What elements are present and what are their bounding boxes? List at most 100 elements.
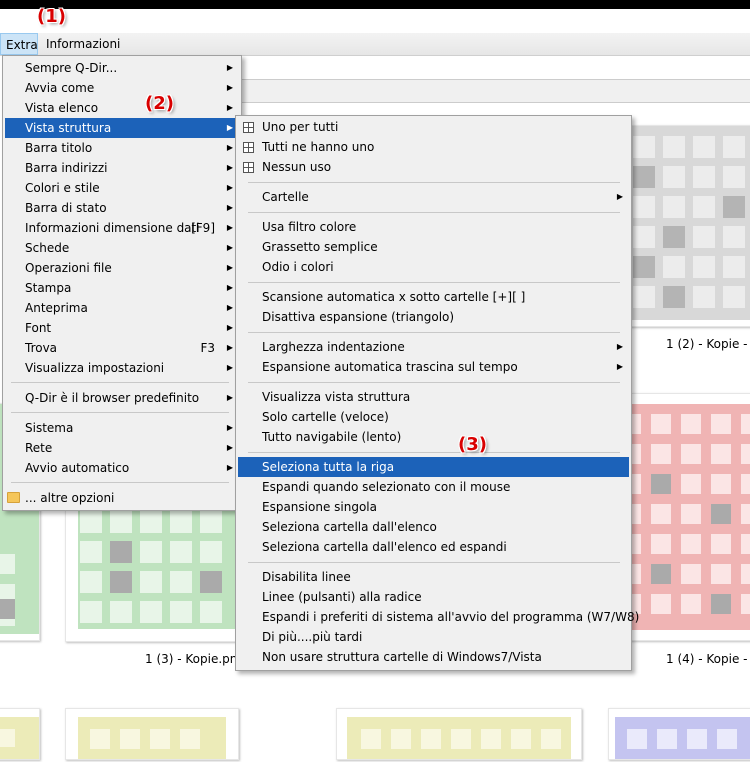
struttura-item-solo-cartelle-veloce[interactable]: Solo cartelle (veloce) [238, 407, 629, 427]
struttura-item-usa-filtro-colore[interactable]: Usa filtro colore [238, 217, 629, 237]
struttura-item-espandi-quando-selezionato-con-il-mouse[interactable]: Espandi quando selezionato con il mouse [238, 477, 629, 497]
menu-separator [248, 282, 620, 283]
thumbnail-6-image [78, 717, 226, 759]
struttura-item-disattiva-espansione-triangolo[interactable]: Disattiva espansione (triangolo) [238, 307, 629, 327]
grid-icon [243, 162, 254, 173]
menu-extra[interactable]: Extra [0, 33, 38, 55]
extra-menu-item-colori-e-stile[interactable]: Colori e stile ▶ [5, 178, 239, 198]
struttura-item-tutto-navigabile-lento[interactable]: Tutto navigabile (lento) [238, 427, 629, 447]
menu-item-label: Espandi quando selezionato con il mouse [262, 480, 511, 494]
submenu-arrow-icon: ▶ [226, 123, 233, 132]
vista-struttura-submenu: Uno per tutti Tutti ne hanno uno Nessun us… [235, 115, 639, 671]
struttura-item-seleziona-tutta-la-riga[interactable]: Seleziona tutta la riga [238, 457, 629, 477]
thumbnail-7[interactable] [336, 708, 582, 760]
submenu-arrow-icon: ▶ [226, 143, 233, 152]
menu-item-label: Barra di stato [25, 201, 107, 215]
thumbnail-5[interactable] [0, 708, 40, 760]
extra-menu-item-informazioni-dimensione-dati[interactable]: Informazioni dimensione dati [F9] ▶ [5, 218, 239, 238]
thumbnail-5-image [0, 717, 39, 759]
menu-item-label: Non usare struttura cartelle di Windows7… [262, 650, 542, 664]
extra-menu-item-visualizza-impostazioni[interactable]: Visualizza impostazioni ▶ [5, 358, 239, 378]
thumbnail-3-image [78, 499, 238, 629]
extra-menu-item-barra-di-stato[interactable]: Barra di stato ▶ [5, 198, 239, 218]
extra-menu-item-font[interactable]: Font ▶ [5, 318, 239, 338]
submenu-arrow-icon: ▶ [226, 183, 233, 192]
struttura-item-disabilita-linee[interactable]: Disabilita linee [238, 567, 629, 587]
menu-item-label: Tutti ne hanno uno [262, 140, 375, 154]
menu-separator [248, 182, 620, 183]
extra-menu-item-stampa[interactable]: Stampa ▶ [5, 278, 239, 298]
extra-menu-item-schede[interactable]: Schede ▶ [5, 238, 239, 258]
struttura-item-espansione-singola[interactable]: Espansione singola [238, 497, 629, 517]
shortcut-label: [F9] [191, 221, 215, 235]
menu-item-label: Trova [25, 341, 58, 355]
struttura-item-scansione-automatica-x-sotto-cartelle[interactable]: Scansione automatica x sotto cartelle [+… [238, 287, 629, 307]
submenu-arrow-icon: ▶ [226, 303, 233, 312]
extra-menu-item-barra-titolo[interactable]: Barra titolo ▶ [5, 138, 239, 158]
extra-menu-item-barra-indirizzi[interactable]: Barra indirizzi ▶ [5, 158, 239, 178]
menu-item-label: Visualizza impostazioni [25, 361, 165, 375]
annotation-3: (3) [458, 434, 487, 455]
caption-3: 1 (4) - Kopie - Ko [666, 652, 750, 666]
menu-item-label: Solo cartelle (veloce) [262, 410, 389, 424]
extra-menu-item-vista-struttura[interactable]: Vista struttura ▶ [5, 118, 239, 138]
caption-1: 1 (2) - Kopie - Ko [666, 337, 750, 351]
struttura-item-di-piu-piu-tardi[interactable]: Di più....più tardi [238, 627, 629, 647]
struttura-item-odio-i-colori[interactable]: Odio i colori [238, 257, 629, 277]
thumbnail-8[interactable] [608, 708, 750, 760]
extra-menu-item-q-dir-e-il-browser-predefinito[interactable]: Q-Dir è il browser predefinito ▶ [5, 388, 239, 408]
struttura-item-larghezza-indentazione[interactable]: Larghezza indentazione ▶ [238, 337, 629, 357]
menu-item-label: Rete [25, 441, 53, 455]
struttura-item-seleziona-cartella-dall-elenco[interactable]: Seleziona cartella dall'elenco [238, 517, 629, 537]
menu-item-label: Barra titolo [25, 141, 93, 155]
menu-informazioni[interactable]: Informazioni [41, 33, 125, 55]
menu-separator [248, 382, 620, 383]
struttura-item-espansione-automatica-trascina-sul-tempo[interactable]: Espansione automatica trascina sul tempo… [238, 357, 629, 377]
menu-item-label: Font [25, 321, 52, 335]
menu-item-label: Odio i colori [262, 260, 334, 274]
extra-menu: Sempre Q-Dir... ▶ Avvia come ▶ Vista elenco ▶… [2, 55, 242, 511]
submenu-arrow-icon: ▶ [616, 342, 623, 351]
struttura-item-nessun-uso[interactable]: Nessun uso [238, 157, 629, 177]
submenu-arrow-icon: ▶ [616, 192, 623, 201]
submenu-arrow-icon: ▶ [226, 443, 233, 452]
extra-menu-item-altre-opzioni[interactable]: ... altre opzioni [5, 488, 239, 508]
menu-item-label: Larghezza indentazione [262, 340, 405, 354]
struttura-item-non-usare-struttura-cartelle-di-windows7-vista[interactable]: Non usare struttura cartelle di Windows7… [238, 647, 629, 667]
menu-item-label: Tutto navigabile (lento) [262, 430, 402, 444]
struttura-item-tutti-ne-hanno-uno[interactable]: Tutti ne hanno uno [238, 137, 629, 157]
menu-item-label: Scansione automatica x sotto cartelle [+… [262, 290, 526, 304]
thumbnail-6[interactable] [65, 708, 239, 760]
struttura-item-linee-pulsanti-alla-radice[interactable]: Linee (pulsanti) alla radice [238, 587, 629, 607]
extra-menu-item-rete[interactable]: Rete ▶ [5, 438, 239, 458]
menu-item-label: Disattiva espansione (triangolo) [262, 310, 455, 324]
struttura-item-espandi-i-preferiti-di-sistema-all-avvio-del-programma-w7-w8[interactable]: Espandi i preferiti di sistema all'avvio… [238, 607, 639, 627]
submenu-arrow-icon: ▶ [226, 393, 233, 402]
submenu-arrow-icon: ▶ [226, 463, 233, 472]
extra-menu-item-sempre-q-dir[interactable]: Sempre Q-Dir... ▶ [5, 58, 239, 78]
struttura-item-uno-per-tutti[interactable]: Uno per tutti [238, 117, 629, 137]
submenu-arrow-icon: ▶ [226, 343, 233, 352]
extra-menu-item-anteprima[interactable]: Anteprima ▶ [5, 298, 239, 318]
struttura-item-cartelle[interactable]: Cartelle ▶ [238, 187, 629, 207]
menu-item-label: Sempre Q-Dir... [25, 61, 118, 75]
menu-item-label: ... altre opzioni [25, 491, 115, 505]
menu-separator [248, 452, 620, 453]
menu-item-label: Linee (pulsanti) alla radice [262, 590, 422, 604]
annotation-2: (2) [145, 93, 174, 114]
struttura-item-visualizza-vista-struttura[interactable]: Visualizza vista struttura [238, 387, 629, 407]
extra-menu-item-vista-elenco[interactable]: Vista elenco ▶ [5, 98, 239, 118]
struttura-item-grassetto-semplice[interactable]: Grassetto semplice [238, 237, 629, 257]
extra-menu-item-sistema[interactable]: Sistema ▶ [5, 418, 239, 438]
extra-menu-item-operazioni-file[interactable]: Operazioni file ▶ [5, 258, 239, 278]
grid-icon [243, 142, 254, 153]
menu-item-label: Uno per tutti [262, 120, 339, 134]
struttura-item-seleziona-cartella-dall-elenco-ed-espandi[interactable]: Seleziona cartella dall'elenco ed espand… [238, 537, 629, 557]
extra-menu-item-trova[interactable]: Trova F3 ▶ [5, 338, 239, 358]
menu-item-label: Di più....più tardi [262, 630, 363, 644]
extra-menu-item-avvio-automatico[interactable]: Avvio automatico ▶ [5, 458, 239, 478]
menu-item-label: Usa filtro colore [262, 220, 357, 234]
thumbnail-3[interactable] [65, 498, 239, 642]
menu-separator [248, 332, 620, 333]
extra-menu-item-avvia-come[interactable]: Avvia come ▶ [5, 78, 239, 98]
